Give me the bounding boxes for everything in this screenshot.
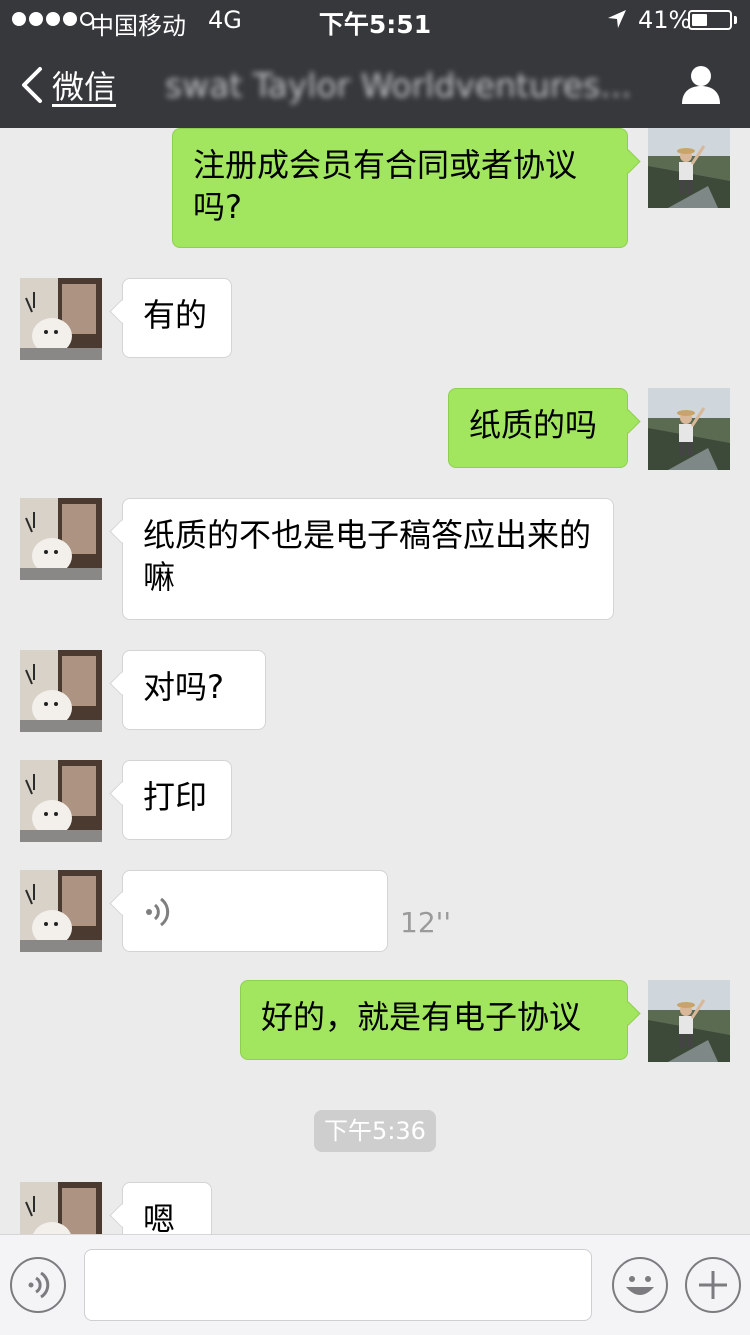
voice-icon <box>28 1271 50 1299</box>
chat-title: swat Taylor Worldventures... <box>165 66 632 105</box>
voice-wave-icon <box>146 897 170 927</box>
message-text: 纸质的不也是电子稿答应出来的嘛 <box>143 516 592 596</box>
message-text: 嗯 <box>143 1200 176 1234</box>
message-bubble[interactable]: 嗯 <box>122 1182 212 1234</box>
person-icon[interactable] <box>680 64 722 106</box>
avatar-photo <box>648 980 730 1062</box>
voice-toggle-button[interactable] <box>10 1257 66 1313</box>
message-bubble[interactable]: 纸质的吗 <box>448 388 628 468</box>
contact-avatar[interactable] <box>20 870 102 952</box>
avatar-photo <box>648 128 730 208</box>
message-bubble[interactable]: 有的 <box>122 278 232 358</box>
plus-icon <box>699 1271 727 1299</box>
my-avatar[interactable] <box>648 128 730 208</box>
avatar-photo <box>648 388 730 470</box>
my-avatar[interactable] <box>648 980 730 1062</box>
chevron-left-icon <box>22 67 42 103</box>
avatar-photo <box>20 650 102 732</box>
contact-avatar[interactable] <box>20 650 102 732</box>
message-bubble[interactable]: 打印 <box>122 760 232 840</box>
top-bar: 中国移动 4G 下午5:51 41% 微信 swat Taylor Worldv… <box>0 0 750 128</box>
my-avatar[interactable] <box>648 388 730 470</box>
back-label: 微信 <box>52 68 117 106</box>
battery-percent: 41% <box>638 6 692 34</box>
timestamp-divider: 下午5:36 <box>314 1110 436 1152</box>
contact-avatar[interactable] <box>20 1182 102 1234</box>
message-bubble[interactable]: 纸质的不也是电子稿答应出来的嘛 <box>122 498 614 620</box>
avatar-photo <box>20 870 102 952</box>
message-input[interactable] <box>84 1249 592 1321</box>
message-text: 纸质的吗 <box>469 406 598 444</box>
avatar-photo <box>20 278 102 360</box>
contact-avatar[interactable] <box>20 760 102 842</box>
message-bubble[interactable]: 好的，就是有电子协议 <box>240 980 628 1060</box>
chat-area[interactable]: 注册成会员有合同或者协议吗? 有的纸质的吗纸质的不也是电子稿答应出来的嘛对吗? 打印… <box>0 128 750 1234</box>
message-text: 有的 <box>143 296 208 334</box>
message-bubble[interactable]: 注册成会员有合同或者协议吗? <box>172 128 628 248</box>
contact-avatar[interactable] <box>20 278 102 360</box>
back-button[interactable]: 微信 <box>18 62 116 108</box>
more-button[interactable] <box>685 1257 741 1313</box>
status-bar: 中国移动 4G 下午5:51 41% <box>0 0 750 40</box>
avatar-photo <box>20 760 102 842</box>
battery-icon <box>688 10 732 30</box>
message-text: 打印 <box>143 778 208 816</box>
avatar-photo <box>20 1182 102 1234</box>
message-text: 注册成会员有合同或者协议吗? <box>193 146 578 226</box>
battery-cap <box>734 16 737 24</box>
message-text: 对吗? <box>143 668 224 706</box>
message-bubble[interactable]: 对吗? <box>122 650 266 730</box>
emoji-button[interactable] <box>612 1257 668 1313</box>
voice-message-bubble[interactable] <box>122 870 388 952</box>
contact-avatar[interactable] <box>20 498 102 580</box>
smiley-icon <box>626 1276 654 1295</box>
avatar-photo <box>20 498 102 580</box>
location-arrow-icon <box>608 10 626 28</box>
voice-duration: 12'' <box>400 906 452 939</box>
input-bar <box>0 1234 750 1335</box>
message-text: 好的，就是有电子协议 <box>261 998 582 1036</box>
